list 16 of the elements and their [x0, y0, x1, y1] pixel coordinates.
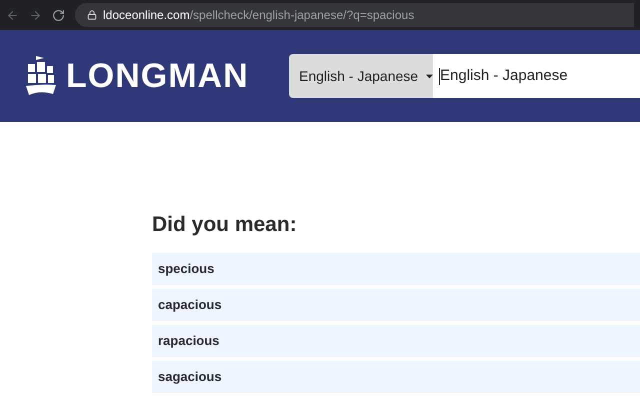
reload-icon[interactable]: [52, 8, 65, 22]
suggestion-link[interactable]: capacious: [152, 289, 640, 321]
back-icon[interactable]: [6, 8, 19, 22]
caret-icon: [426, 74, 433, 78]
logo-text: LONGMAN: [66, 59, 249, 93]
search-field[interactable]: English - Japanese: [433, 54, 640, 98]
ship-logo-icon: [26, 54, 56, 98]
dictionary-select[interactable]: English - Japanese: [289, 54, 433, 98]
forward-icon[interactable]: [29, 8, 42, 22]
suggestions-heading: Did you mean:: [152, 214, 298, 235]
suggestion-link[interactable]: rapacious: [152, 325, 640, 357]
lock-icon: [87, 10, 97, 20]
url-text: ldoceonline.com/spellcheck/english-japanese/?q=spacious: [103, 7, 414, 24]
suggestion-link[interactable]: sagacious: [152, 361, 640, 393]
suggestion-link[interactable]: specious: [152, 253, 640, 285]
address-bar[interactable]: ldoceonline.com/spellcheck/english-japanese/?q=spacious: [75, 3, 634, 27]
